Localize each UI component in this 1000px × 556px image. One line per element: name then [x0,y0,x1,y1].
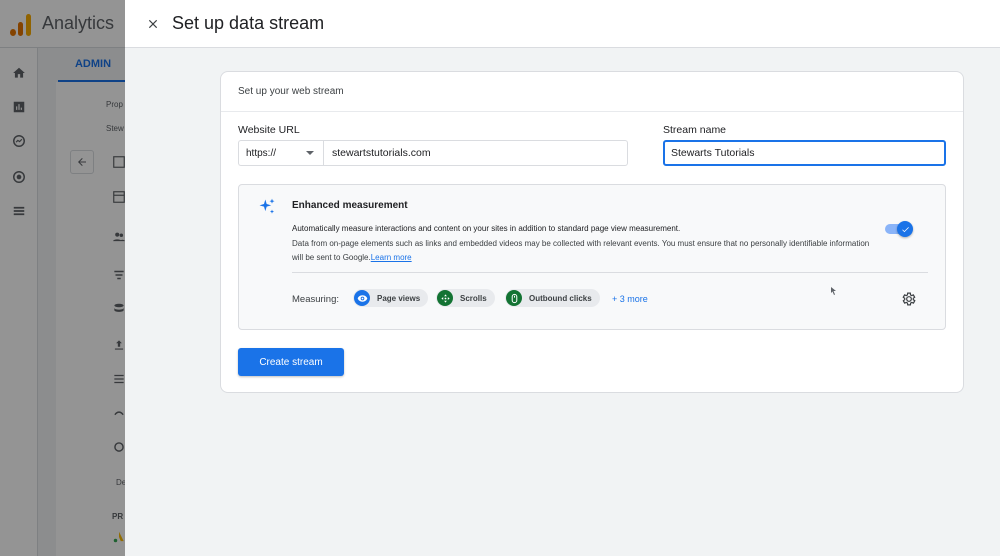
card-title: Set up your web stream [238,86,344,97]
chip-label: Page views [377,293,421,303]
eye-icon [354,290,370,306]
divider [292,272,928,273]
web-stream-card: Set up your web stream Website URL https… [220,71,964,393]
enhanced-measurement-panel: Enhanced measurement Automatically measu… [238,184,946,330]
create-stream-button[interactable]: Create stream [238,348,344,376]
enhanced-measurement-notice: Data from on-page elements such as links… [292,237,872,265]
chip-scrolls[interactable]: Scrolls [436,289,495,307]
website-url-group: https:// [238,140,628,166]
mouse-icon [506,290,522,306]
gear-icon[interactable] [901,291,917,307]
chip-page-views[interactable]: Page views [353,289,429,307]
protocol-value: https:// [246,147,277,159]
chip-outbound-clicks[interactable]: Outbound clicks [505,289,600,307]
stream-name-label: Stream name [663,124,727,136]
check-icon [901,226,909,232]
sparkle-icon [259,198,275,214]
card-header: Set up your web stream [221,72,963,112]
website-url-input[interactable] [323,140,628,166]
website-url-label: Website URL [238,124,300,136]
setup-data-stream-dialog: Set up data stream Set up your web strea… [125,0,1000,556]
chip-label: Scrolls [460,293,487,303]
stream-name-input[interactable] [663,140,946,166]
close-button[interactable] [143,14,163,34]
dialog-header: Set up data stream [125,0,1000,48]
modal-scrim[interactable] [0,0,125,556]
mouse-cursor-icon [831,287,836,295]
chevron-down-icon [306,151,314,155]
enhanced-measurement-toggle[interactable] [885,221,913,237]
scroll-icon [437,290,453,306]
dialog-title: Set up data stream [172,13,325,33]
more-measurements-link[interactable]: + 3 more [612,294,648,304]
enhanced-measurement-description: Automatically measure interactions and c… [292,224,681,233]
chip-label: Outbound clicks [529,293,592,303]
protocol-select[interactable]: https:// [238,140,323,166]
enhanced-measurement-title: Enhanced measurement [292,200,408,211]
measuring-label: Measuring: [292,294,339,305]
close-icon [148,19,158,29]
toggle-knob [897,221,913,237]
learn-more-link[interactable]: Learn more [371,253,412,262]
